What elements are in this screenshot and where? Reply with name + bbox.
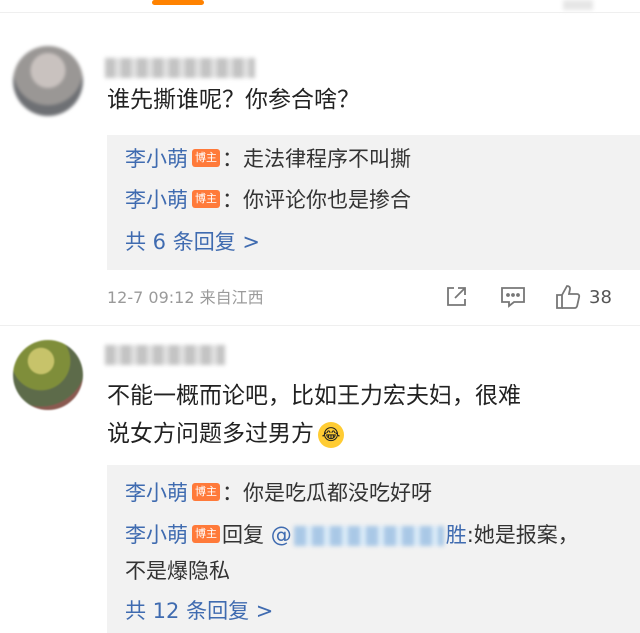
reply-preview-box[interactable]: 李小萌 博主 ：你是吃瓜都没吃好呀 李小萌 博主 回复 @ 胜:她是报案， 不是爆隐私 共… (107, 465, 640, 633)
like-count: 38 (589, 286, 612, 308)
reply-text: ：走法律程序不叫撕 (222, 147, 411, 171)
like-button[interactable]: 38 (555, 284, 612, 310)
divider (0, 325, 640, 326)
more-replies-link[interactable]: 共 12 条回复 > (125, 595, 273, 627)
comment-text-line1: 不能一概而论吧，比如王力宏夫妇，很难 (107, 383, 521, 409)
blogger-badge: 博主 (192, 483, 220, 501)
reply-text: ：你是吃瓜都没吃好呀 (222, 481, 432, 505)
share-button[interactable] (444, 284, 468, 310)
laughing-emoji-icon: 😂 (318, 421, 344, 448)
username-blurred[interactable] (105, 58, 255, 78)
reply-preview-box[interactable]: 李小萌 博主 ：走法律程序不叫撕 李小萌 博主 ：你评论你也是掺合 共 6 条回复 > (107, 135, 640, 270)
comment-text-line2: 说女方问题多过男方 😂 (107, 414, 344, 454)
blurred-top-element (563, 0, 593, 10)
blogger-badge: 博主 (192, 525, 220, 543)
reply-author[interactable]: 李小萌 (125, 523, 188, 547)
divider (0, 12, 640, 13)
reply-author[interactable]: 李小萌 (125, 481, 188, 505)
reply-item[interactable]: 李小萌 博主 ：你评论你也是掺合 (125, 184, 411, 216)
reply-text: :她是报案， (466, 523, 579, 547)
reply-text-line2: 不是爆隐私 (125, 559, 230, 583)
reply-item[interactable]: 李小萌 博主 ：走法律程序不叫撕 (125, 143, 411, 175)
reply-item[interactable]: 李小萌 博主 ：你是吃瓜都没吃好呀 (125, 477, 432, 509)
comment-text: 谁先撕谁呢？你参合啥？ (107, 87, 360, 113)
like-icon (556, 285, 581, 309)
mention-blurred (293, 526, 444, 546)
blogger-badge: 博主 (192, 190, 220, 208)
reply-item[interactable]: 李小萌 博主 回复 @ 胜:她是报案， (125, 519, 579, 551)
blogger-badge: 博主 (192, 149, 220, 167)
reply-author[interactable]: 李小萌 (125, 147, 188, 171)
comment-button[interactable] (500, 284, 526, 310)
mention-tail: 胜 (445, 523, 467, 547)
reply-text: ：你评论你也是掺合 (222, 188, 411, 212)
comment-meta: 12-7 09:12 来自江西 (107, 288, 264, 307)
top-tab-strip (0, 0, 640, 10)
avatar[interactable] (13, 46, 83, 116)
mention-link[interactable]: @ 胜 (271, 523, 467, 547)
avatar[interactable] (13, 340, 83, 410)
reply-prefix: 回复 (222, 523, 271, 547)
share-icon (447, 287, 466, 306)
comment-text-line2-content: 说女方问题多过男方 (107, 421, 314, 447)
more-replies-link[interactable]: 共 6 条回复 > (125, 226, 260, 258)
username-blurred[interactable] (105, 345, 225, 365)
reply-author[interactable]: 李小萌 (125, 188, 188, 212)
active-tab-indicator (152, 0, 204, 5)
comment-icon (501, 287, 525, 308)
